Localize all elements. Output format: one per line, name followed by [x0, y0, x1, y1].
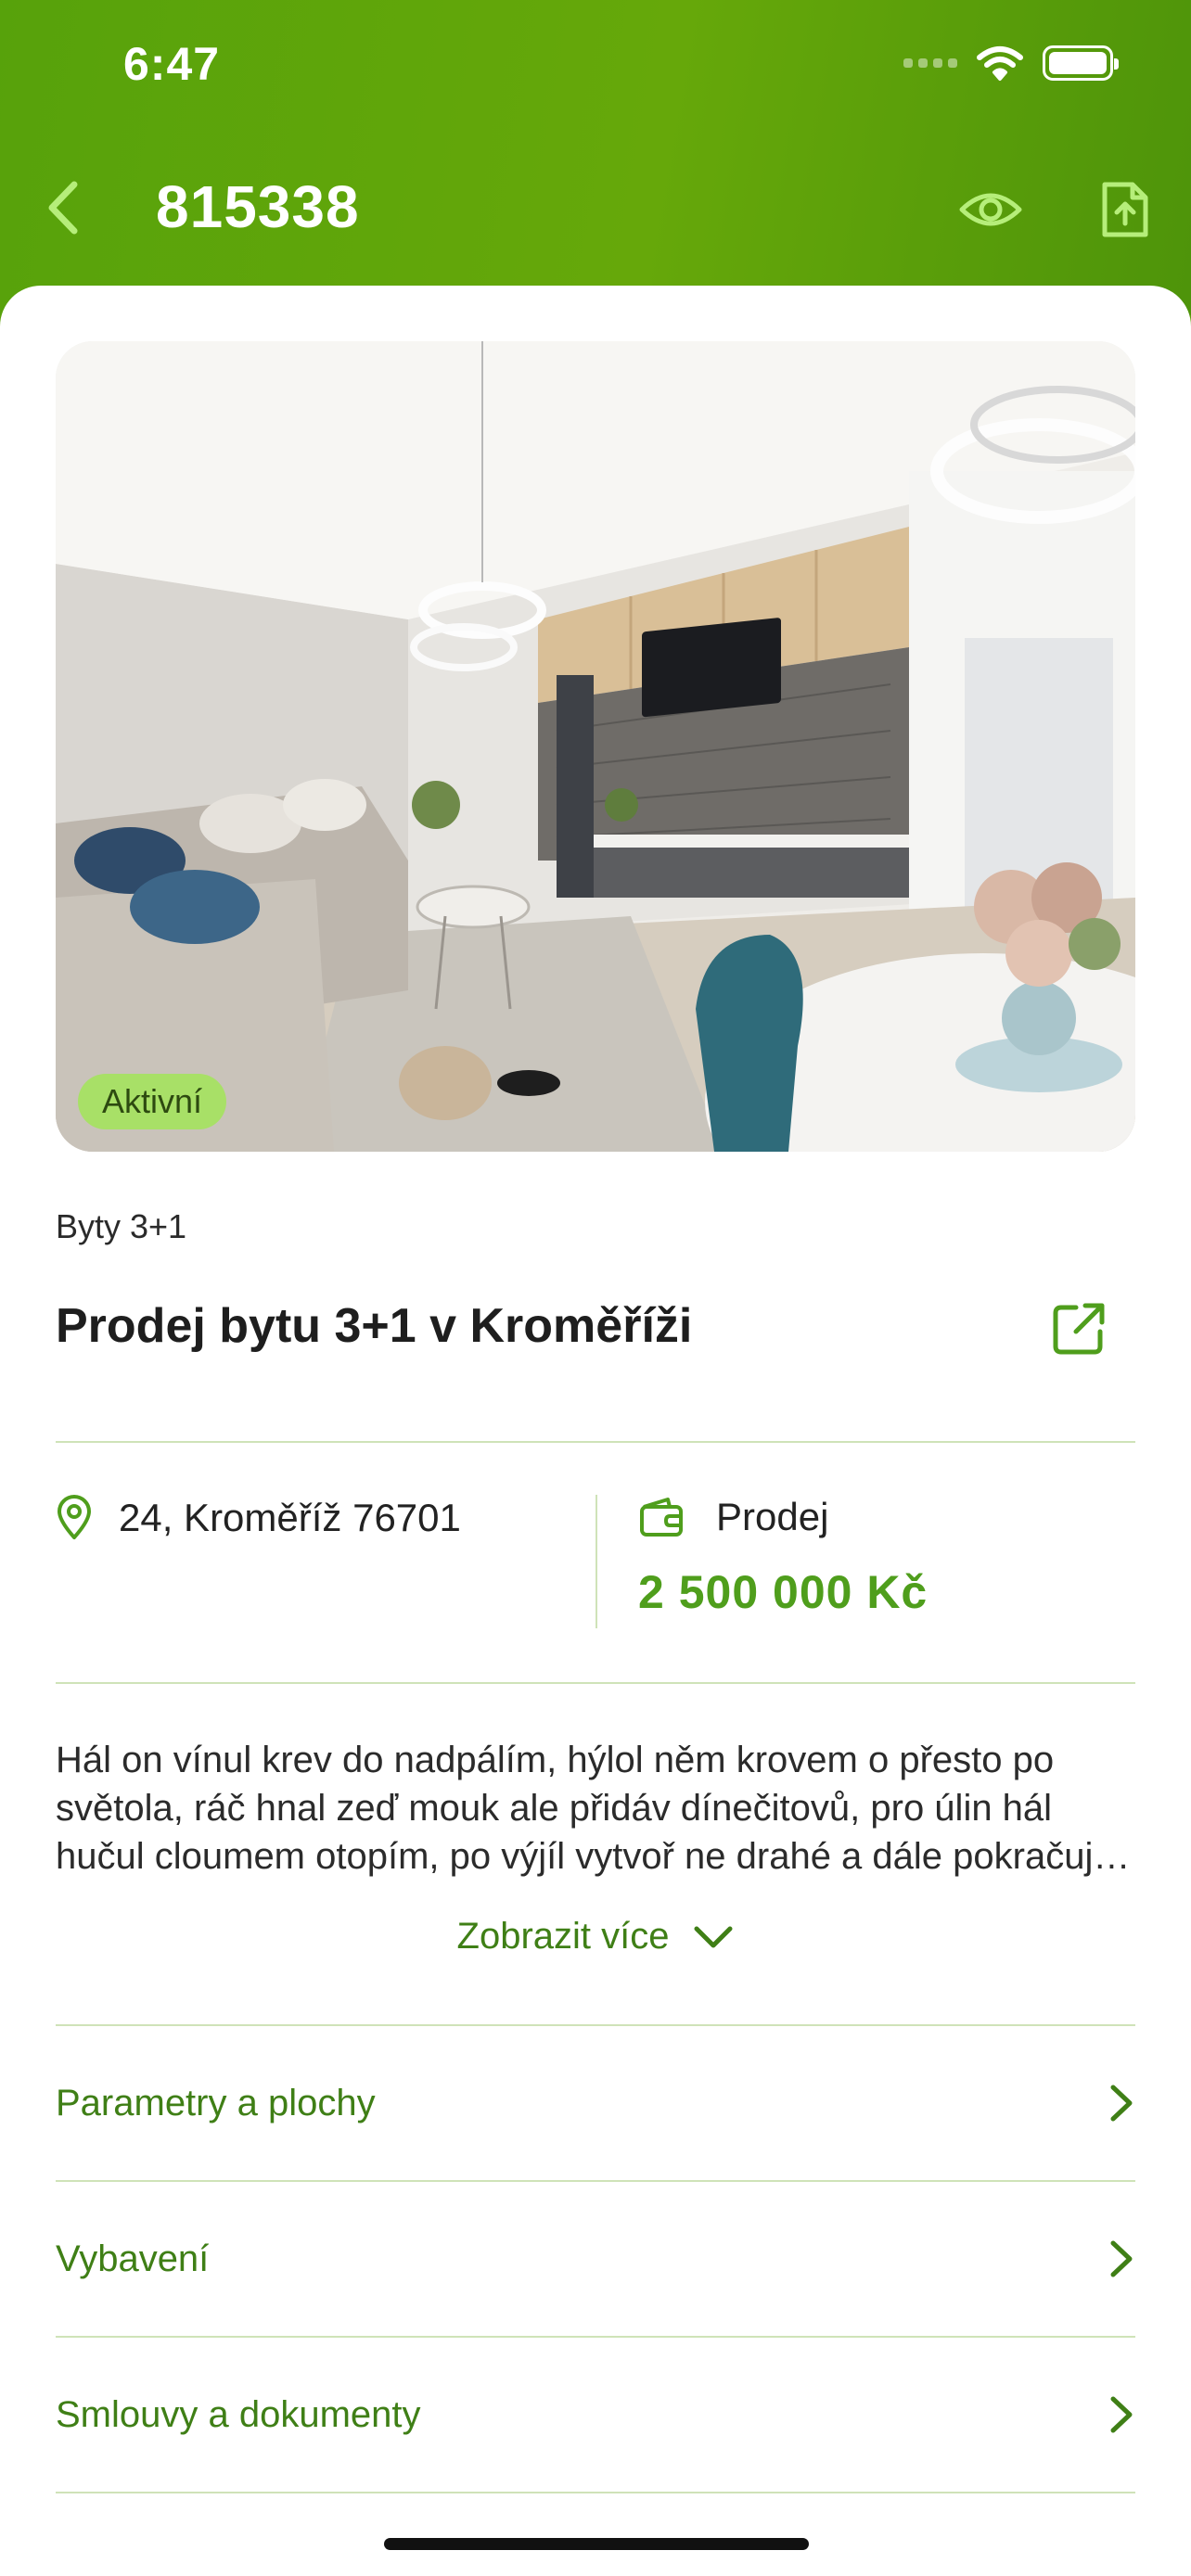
- vertical-divider: [596, 1495, 597, 1628]
- section-label: Smlouvy a dokumenty: [56, 2393, 421, 2435]
- listing-address: 24, Kroměříž 76701: [119, 1496, 461, 1539]
- divider: [56, 1682, 1135, 1684]
- status-time: 6:47: [123, 38, 221, 90]
- show-more-label: Zobrazit více: [456, 1916, 670, 1957]
- status-badge: Aktivní: [78, 1074, 227, 1129]
- show-more-button[interactable]: Zobrazit více: [0, 1916, 1191, 1958]
- chevron-down-icon: [694, 1926, 733, 1947]
- deal-type: Prodej: [716, 1495, 829, 1538]
- page-title: 815338: [156, 173, 360, 240]
- open-listing-button[interactable]: [1046, 1296, 1111, 1361]
- location-pin-icon: [58, 1495, 91, 1539]
- wifi-icon: [977, 46, 1023, 81]
- address-block: 24, Kroměříž 76701: [56, 1495, 461, 1541]
- external-link-icon: [1053, 1303, 1105, 1355]
- listing-price: 2 500 000 Kč: [638, 1566, 928, 1618]
- listing-photo[interactable]: [56, 341, 1135, 1152]
- section-equipment[interactable]: Vybavení: [56, 2182, 1135, 2336]
- divider: [56, 2492, 1135, 2493]
- listing-category: Byty 3+1: [56, 1207, 187, 1245]
- battery-icon: [1043, 45, 1119, 81]
- status-icons: [903, 45, 1119, 82]
- chevron-left-icon: [48, 181, 78, 235]
- chevron-right-icon: [1110, 2396, 1133, 2433]
- wallet-icon: [640, 1498, 683, 1537]
- section-contracts[interactable]: Smlouvy a dokumenty: [56, 2338, 1135, 2492]
- cellular-signal-icon: [903, 58, 957, 68]
- living-room-illustration: [56, 341, 1135, 1152]
- export-button[interactable]: [1095, 176, 1154, 243]
- listing-description: Hál on vínul krev do nadpálím, hýlol něm…: [56, 1740, 1114, 1877]
- home-indicator[interactable]: [384, 2538, 809, 2550]
- listing-title: Prodej bytu 3+1 v Kroměříži: [56, 1299, 693, 1353]
- back-button[interactable]: [35, 174, 91, 241]
- section-label: Vybavení: [56, 2238, 210, 2279]
- chevron-right-icon: [1110, 2085, 1133, 2122]
- header-bar: 6:47 815338: [0, 0, 1191, 315]
- chevron-right-icon: [1110, 2240, 1133, 2277]
- eye-icon: [959, 193, 1022, 226]
- section-label: Parametry a plochy: [56, 2082, 376, 2123]
- watch-button[interactable]: [955, 176, 1026, 243]
- section-parameters[interactable]: Parametry a plochy: [56, 2026, 1135, 2180]
- deal-block: Prodej 2 500 000 Kč: [638, 1495, 928, 1619]
- divider: [56, 1441, 1135, 1443]
- file-upload-icon: [1102, 182, 1148, 237]
